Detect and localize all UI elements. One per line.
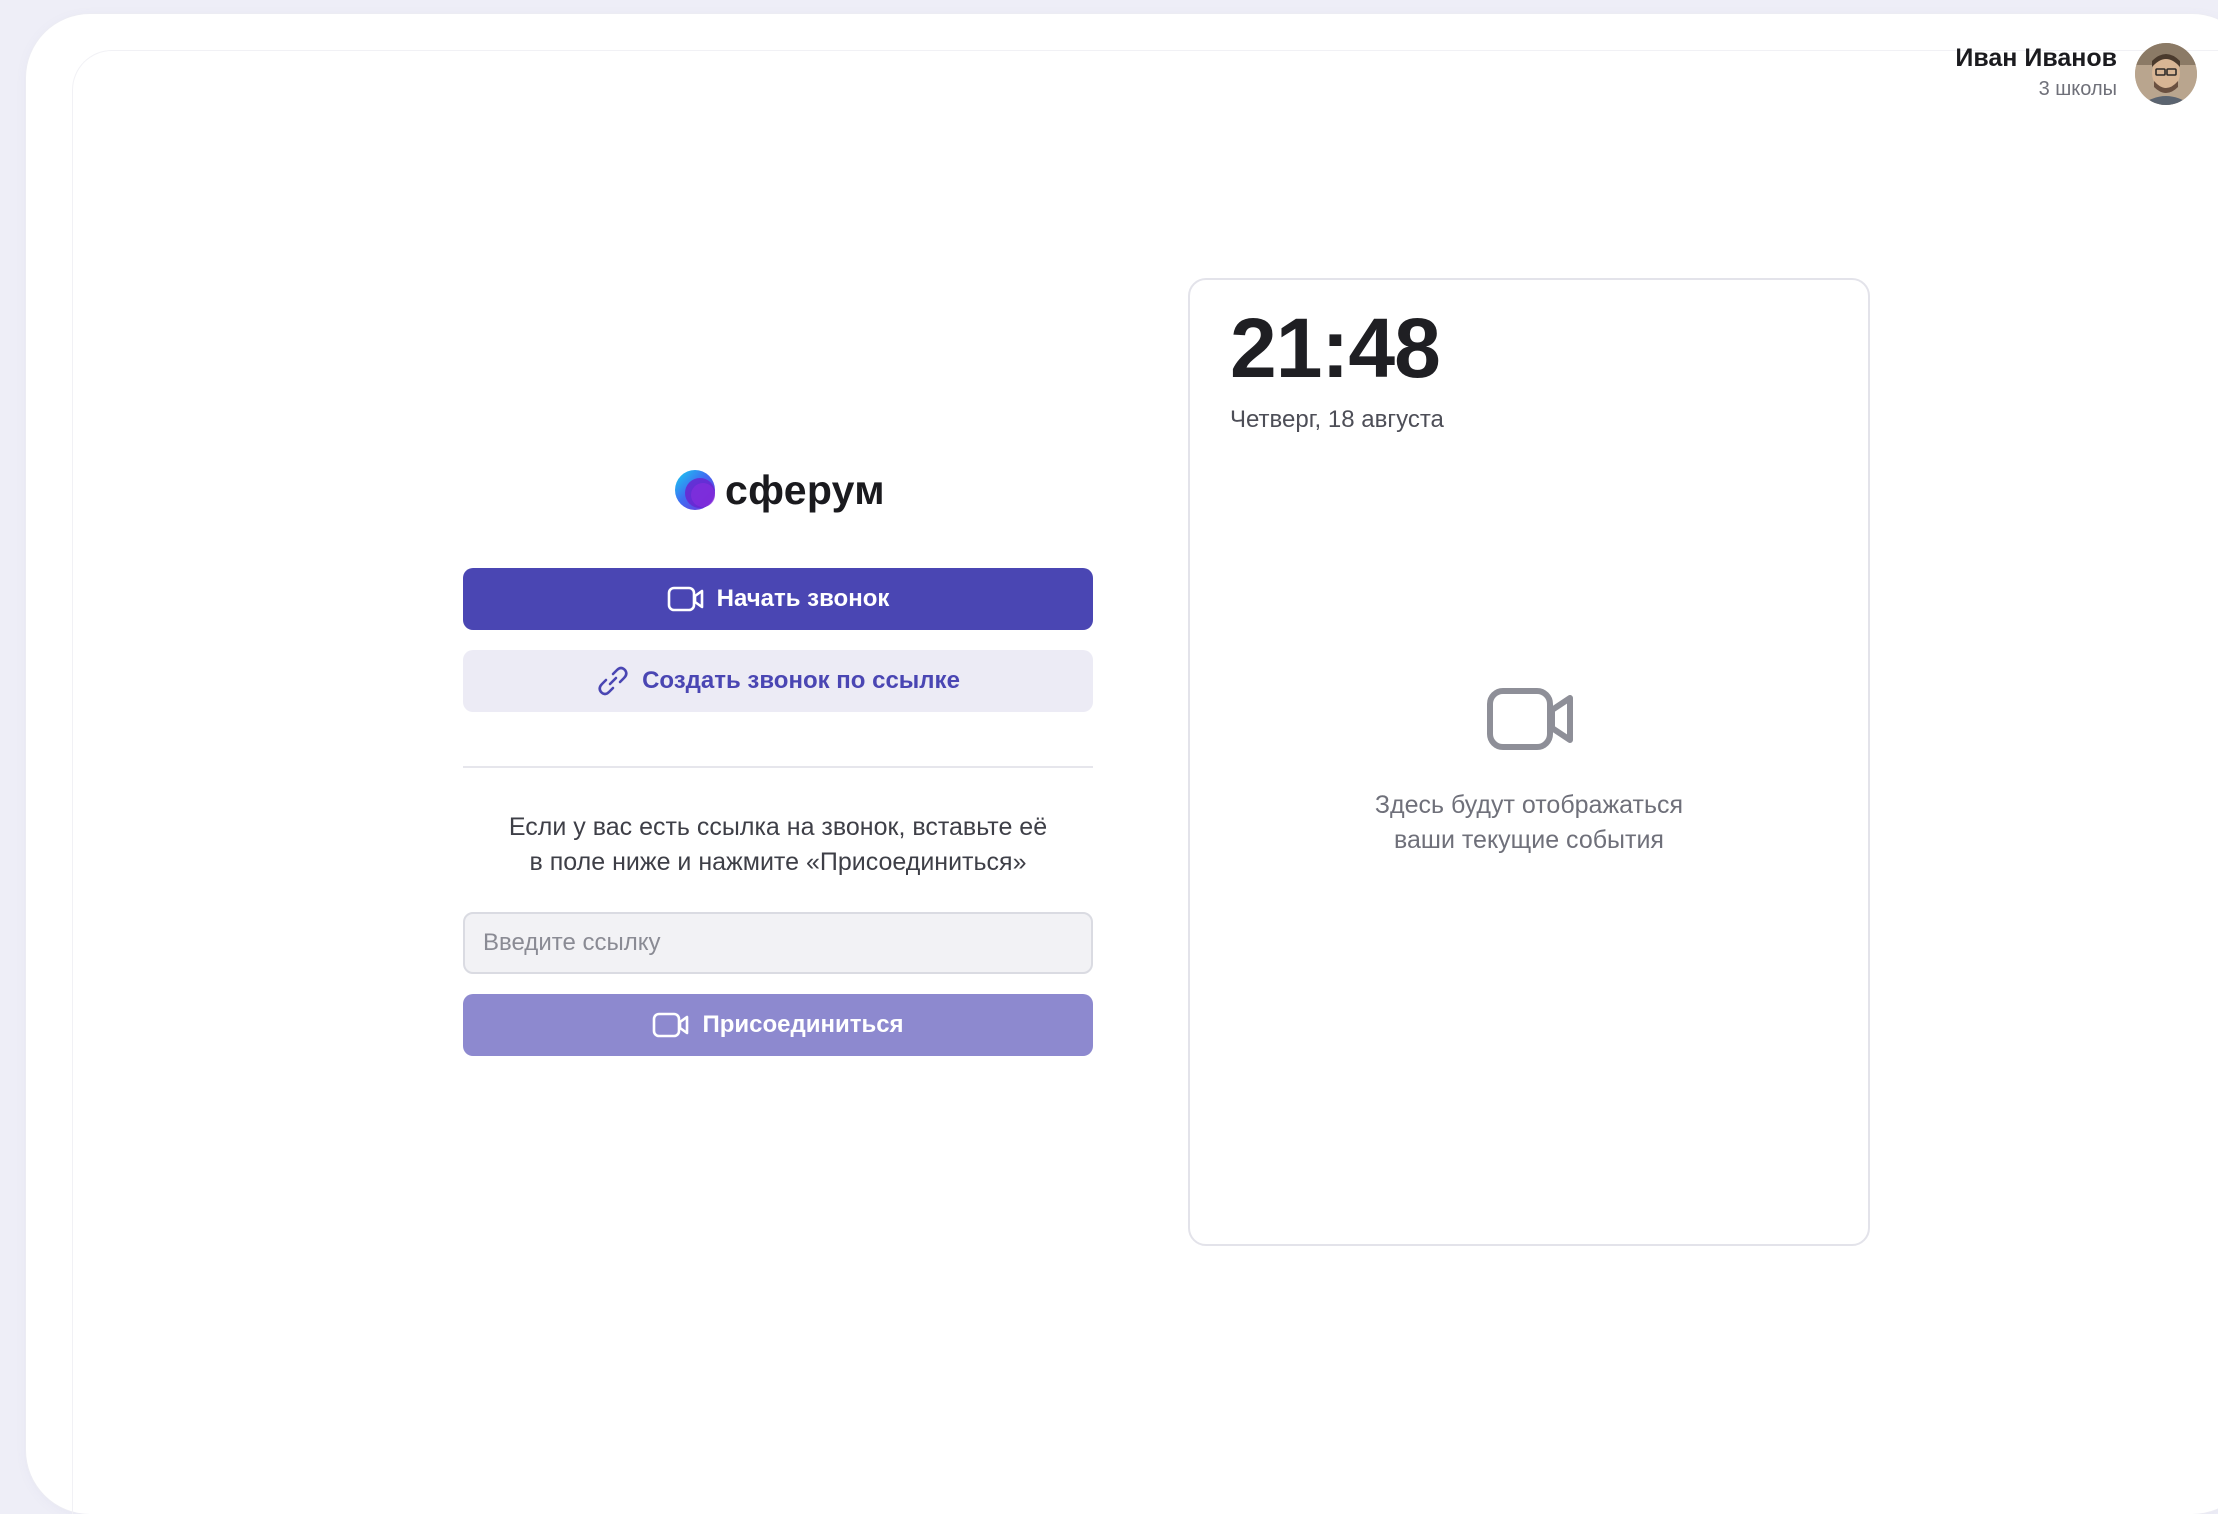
app-window: Иван Иванов 3 школы сферум Начать звонок… — [26, 14, 2218, 1514]
events-card: 21:48 Четверг, 18 августа Здесь будут от… — [1188, 278, 1870, 1246]
join-hint-text: Если у вас есть ссылка на звонок, вставь… — [463, 810, 1093, 880]
sferum-logo-icon — [675, 470, 715, 510]
empty-events-line-1: Здесь будут отображаться — [1374, 791, 1684, 819]
video-camera-icon — [667, 586, 703, 612]
avatar[interactable] — [2135, 43, 2197, 105]
join-hint-line-2: в поле ниже и нажмите «Присоединиться» — [529, 848, 1027, 876]
empty-events-text: Здесь будут отображаться ваши текущие со… — [1190, 788, 1868, 858]
user-menu[interactable]: Иван Иванов 3 школы — [1916, 38, 2218, 108]
content-area — [72, 50, 2218, 1514]
join-button[interactable]: Присоединиться — [463, 994, 1093, 1056]
video-camera-icon — [653, 1012, 689, 1038]
video-camera-icon — [1487, 688, 1573, 750]
user-schools-count: 3 школы — [2038, 78, 2117, 100]
create-link-call-button[interactable]: Создать звонок по ссылке — [463, 650, 1093, 712]
join-hint-line-1: Если у вас есть ссылка на звонок, вставь… — [508, 813, 1048, 841]
join-label: Присоединиться — [702, 1011, 904, 1038]
current-date: Четверг, 18 августа — [1230, 406, 1444, 433]
empty-events-line-2: ваши текущие события — [1394, 826, 1664, 854]
start-call-label: Начать звонок — [716, 585, 890, 612]
link-icon — [598, 666, 628, 696]
create-link-call-label: Создать звонок по ссылке — [642, 667, 960, 694]
avatar-image — [2135, 43, 2197, 105]
divider — [463, 766, 1093, 768]
logo-text: сферум — [725, 466, 885, 513]
user-name: Иван Иванов — [1955, 44, 2117, 72]
current-time: 21:48 — [1230, 301, 1441, 395]
logo: сферум — [673, 466, 885, 514]
call-link-input[interactable] — [463, 912, 1093, 974]
start-call-button[interactable]: Начать звонок — [463, 568, 1093, 630]
